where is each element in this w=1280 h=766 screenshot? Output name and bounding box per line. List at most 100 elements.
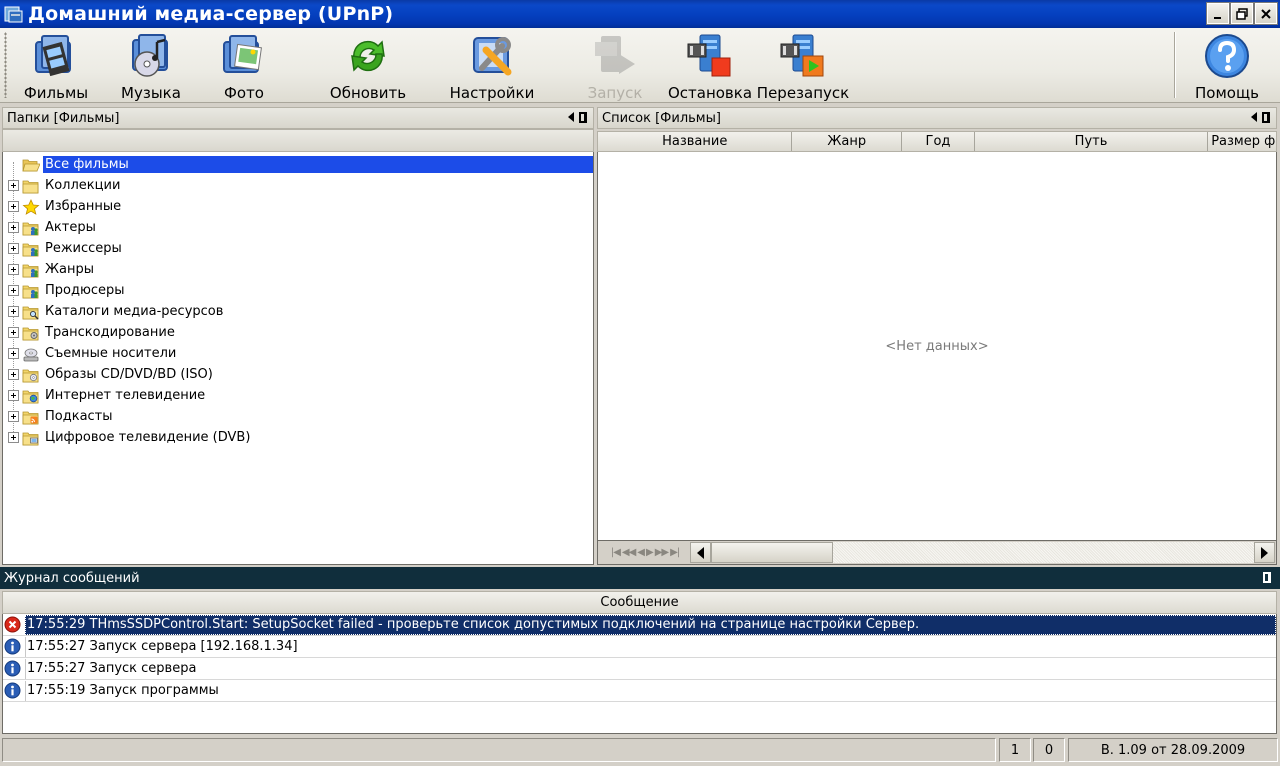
expand-icon[interactable] [8, 390, 19, 401]
close-button[interactable] [1254, 2, 1278, 25]
log-row[interactable]: 17:55:29 THmsSSDPControl.Start: SetupSoc… [3, 614, 1276, 636]
column-genre[interactable]: Жанр [792, 132, 903, 151]
film-icon [32, 32, 80, 80]
tree-item[interactable]: Каталоги медиа-ресурсов [3, 301, 593, 322]
collapse-left-icon[interactable] [1251, 112, 1257, 122]
toolbar-grip[interactable] [4, 32, 7, 98]
expand-icon[interactable] [8, 369, 19, 380]
log-row[interactable]: 17:55:27 Запуск сервера [192.168.1.34] [3, 636, 1276, 658]
empty-list-text: <Нет данных> [885, 339, 989, 354]
status-bar: 1 0 В. 1.09 от 28.09.2009 [0, 735, 1280, 766]
horizontal-scrollbar[interactable] [690, 542, 1275, 563]
folders-panel-header: Папки [Фильмы] [2, 107, 594, 129]
folder-rss-icon [22, 409, 40, 425]
scroll-thumb[interactable] [711, 542, 833, 563]
tree-item[interactable]: Транскодирование [3, 322, 593, 343]
expand-icon[interactable] [8, 201, 19, 212]
help-icon [1203, 32, 1251, 80]
app-icon[interactable] [3, 3, 25, 25]
refresh-button[interactable]: Обновить [326, 28, 410, 103]
prev-record-icon[interactable]: ◀ [637, 547, 645, 558]
tree-item[interactable]: Съемные носители [3, 343, 593, 364]
arrow-left-icon [697, 546, 704, 559]
music-button[interactable]: Музыка [117, 28, 185, 103]
column-year[interactable]: Год [902, 132, 975, 151]
expand-icon[interactable] [8, 243, 19, 254]
tree-item[interactable]: Цифровое телевидение (DVB) [3, 427, 593, 448]
log-column-header[interactable]: Сообщение [2, 591, 1277, 614]
scroll-right-button[interactable] [1254, 542, 1275, 563]
folders-tree[interactable]: Все фильмы Коллекции Избранные Актеры Режисс… [2, 152, 594, 565]
next-record-icon[interactable]: ▶ [646, 547, 654, 558]
expand-icon[interactable] [8, 264, 19, 275]
toolbar-separator [1174, 32, 1176, 98]
log-row[interactable]: 17:55:27 Запуск сервера [3, 658, 1276, 680]
log-message: 17:55:27 Запуск сервера [25, 658, 1276, 679]
tree-item-label: Съемные носители [45, 346, 177, 361]
stop-label: Остановка [667, 84, 753, 102]
minimize-button[interactable] [1206, 2, 1230, 25]
refresh-icon [344, 32, 392, 80]
pin-icon[interactable] [579, 112, 587, 123]
tree-item-label: Коллекции [45, 178, 121, 193]
tree-item[interactable]: Режиссеры [3, 238, 593, 259]
tree-item-label: Режиссеры [45, 241, 122, 256]
status-count-2: 0 [1033, 738, 1065, 762]
log-message: 17:55:27 Запуск сервера [192.168.1.34] [25, 636, 1276, 657]
folder-open-icon [22, 157, 41, 173]
tree-item[interactable]: Подкасты [3, 406, 593, 427]
next-page-icon[interactable]: ▶▶ [655, 547, 669, 558]
expand-icon[interactable] [8, 348, 19, 359]
log-list[interactable]: 17:55:29 THmsSSDPControl.Start: SetupSoc… [2, 614, 1277, 734]
expand-icon[interactable] [8, 432, 19, 443]
tree-item[interactable]: Образы CD/DVD/BD (ISO) [3, 364, 593, 385]
tree-item[interactable]: Все фильмы [3, 154, 593, 175]
tree-item-label: Подкасты [45, 409, 113, 424]
start-button[interactable]: Запуск [583, 28, 647, 103]
folder-disc-icon [22, 367, 40, 383]
first-record-icon[interactable]: |◀ [611, 547, 621, 558]
refresh-label: Обновить [329, 84, 407, 102]
folder-icon [22, 178, 40, 194]
tree-item[interactable]: Актеры [3, 217, 593, 238]
list-navigation-bar: |◀ ◀◀ ◀ ▶ ▶▶ ▶| [597, 540, 1277, 565]
expand-icon[interactable] [8, 327, 19, 338]
scroll-track[interactable] [833, 542, 1254, 563]
window-title: Домашний медиа-сервер (UPnP) [28, 3, 394, 25]
prev-page-icon[interactable]: ◀◀ [622, 547, 636, 558]
restore-button[interactable] [1230, 2, 1254, 25]
tree-item[interactable]: Жанры [3, 259, 593, 280]
log-row[interactable]: 17:55:19 Запуск программы [3, 680, 1276, 702]
help-button[interactable]: Помощь [1192, 28, 1262, 103]
expand-icon[interactable] [8, 306, 19, 317]
tree-item-label: Жанры [45, 262, 94, 277]
expand-icon[interactable] [8, 180, 19, 191]
tree-item[interactable]: Избранные [3, 196, 593, 217]
column-name[interactable]: Название [598, 132, 793, 151]
column-file-size[interactable]: Размер фа [1208, 132, 1276, 151]
tree-item[interactable]: Интернет телевидение [3, 385, 593, 406]
arrow-right-icon [1261, 546, 1268, 559]
pin-icon[interactable] [1262, 112, 1270, 123]
collapse-left-icon[interactable] [568, 112, 574, 122]
tree-item[interactable]: Продюсеры [3, 280, 593, 301]
music-label: Музыка [121, 84, 181, 102]
column-path[interactable]: Путь [975, 132, 1209, 151]
settings-button[interactable]: Настройки [450, 28, 534, 103]
tree-item[interactable]: Коллекции [3, 175, 593, 196]
pin-icon[interactable] [1263, 572, 1271, 583]
stop-button[interactable]: Остановка [668, 28, 752, 103]
record-navigator[interactable]: |◀ ◀◀ ◀ ▶ ▶▶ ▶| [600, 543, 690, 563]
films-button[interactable]: Фильмы [22, 28, 90, 103]
expand-icon[interactable] [8, 222, 19, 233]
photo-button[interactable]: Фото [210, 28, 278, 103]
last-record-icon[interactable]: ▶| [670, 547, 680, 558]
list-body[interactable]: <Нет данных> [597, 152, 1277, 540]
expand-icon[interactable] [8, 411, 19, 422]
scroll-left-button[interactable] [690, 542, 711, 563]
info-icon [4, 682, 21, 699]
expand-icon[interactable] [8, 285, 19, 296]
restore-icon [1236, 7, 1248, 20]
tree-item-label: Каталоги медиа-ресурсов [45, 304, 224, 319]
restart-button[interactable]: Перезапуск [757, 28, 849, 103]
